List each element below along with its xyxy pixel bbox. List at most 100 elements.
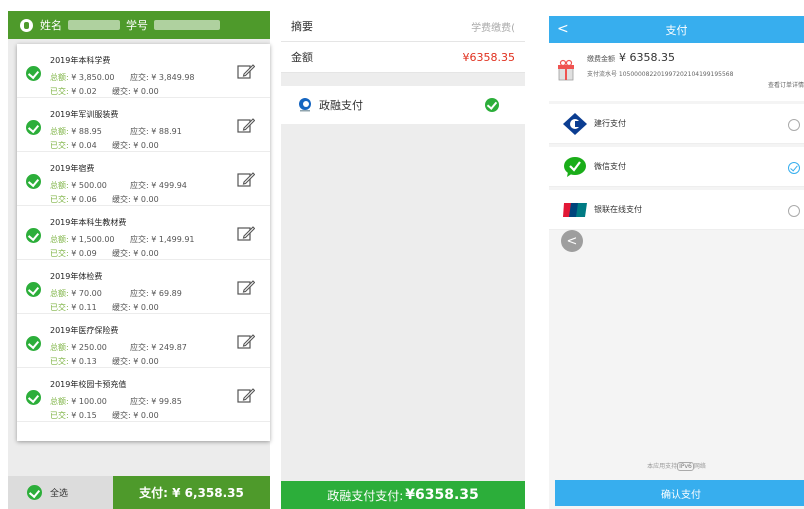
total-value: ¥ 3,850.00: [71, 73, 115, 82]
edit-icon[interactable]: [237, 334, 255, 349]
option-unionpay-radio[interactable]: [788, 205, 800, 217]
fee-total-due-row: 总额: ¥ 500.00 应交: ¥ 499.94: [50, 180, 187, 191]
fee-total-due-row: 总额: ¥ 1,500.00 应交: ¥ 1,499.91: [50, 234, 195, 245]
payment-method-label: 政融支付: [319, 99, 363, 112]
payment-amount: 缴费金额 ¥ 6358.35: [587, 51, 675, 64]
fee-check-icon[interactable]: [26, 66, 41, 81]
ipv6-text-pre: 本应用支持: [647, 463, 678, 470]
fee-total-due-row: 总额: ¥ 100.00 应交: ¥ 99.85: [50, 396, 182, 407]
fee-item[interactable]: 2019年军训服装费 总额: ¥ 88.95 应交: ¥ 88.91 已交: ¥ 0.…: [17, 98, 270, 152]
edit-icon[interactable]: [237, 118, 255, 133]
due-value: ¥ 249.87: [151, 343, 187, 352]
deferred-value: ¥ 0.00: [133, 87, 159, 96]
wechat-pay-icon: [564, 157, 586, 177]
ccb-icon: [563, 113, 587, 135]
name-label: 姓名: [40, 19, 62, 32]
student-id-redacted: [154, 20, 220, 30]
paid-label: 已交:: [50, 249, 69, 258]
paid-label: 已交:: [50, 87, 69, 96]
edit-icon[interactable]: [237, 280, 255, 295]
fee-check-icon[interactable]: [26, 336, 41, 351]
paid-label: 已交:: [50, 303, 69, 312]
pay-button[interactable]: 支付: ¥ 6,358.35: [113, 476, 270, 509]
fee-paid-deferred-row: 已交: ¥ 0.11 缓交: ¥ 0.00: [50, 302, 159, 313]
deferred-label: 缓交:: [112, 357, 131, 366]
payment-amount-value: ¥ 6358.35: [619, 51, 675, 64]
fee-paid-deferred-row: 已交: ¥ 0.09 缓交: ¥ 0.00: [50, 248, 159, 259]
select-all-label: 全选: [50, 489, 69, 499]
fee-item[interactable]: 2019年本科学费 总额: ¥ 3,850.00 应交: ¥ 3,849.98 已交:…: [17, 44, 270, 98]
amount-value: ¥6358.35: [462, 50, 516, 64]
due-label: 应交:: [130, 397, 149, 406]
amount-row: 金额 ¥6358.35: [281, 42, 525, 73]
due-value: ¥ 1,499.91: [151, 235, 195, 244]
payment-method-option[interactable]: 政融支付: [281, 86, 525, 124]
floating-back-button[interactable]: <: [561, 230, 583, 252]
option-ccb-radio[interactable]: [788, 119, 800, 131]
due-label: 应交:: [130, 181, 149, 190]
due-value: ¥ 88.91: [151, 127, 182, 136]
total-label: 总额:: [50, 343, 69, 352]
view-order-link[interactable]: 查看订单详情: [768, 80, 804, 89]
fee-item[interactable]: 2019年宿费 总额: ¥ 500.00 应交: ¥ 499.94 已交: ¥ 0.0…: [17, 152, 270, 206]
fee-paid-deferred-row: 已交: ¥ 0.15 缓交: ¥ 0.00: [50, 410, 159, 421]
paid-value: ¥ 0.04: [71, 141, 97, 150]
deferred-value: ¥ 0.00: [133, 141, 159, 150]
fee-item[interactable]: 2019年体检费 总额: ¥ 70.00 应交: ¥ 69.89 已交: ¥ 0.11…: [17, 260, 270, 314]
edit-icon[interactable]: [237, 226, 255, 241]
option-wechat-radio[interactable]: [788, 162, 800, 174]
fee-check-icon[interactable]: [26, 390, 41, 405]
order-info: 缴费金额 ¥ 6358.35 支付流水号 10500008220199720210…: [549, 43, 804, 101]
name-redacted: [68, 20, 120, 30]
pay-button[interactable]: 政融支付支付: ¥6358.35: [281, 481, 525, 509]
fee-paid-deferred-row: 已交: ¥ 0.06 缓交: ¥ 0.00: [50, 194, 159, 205]
fee-title: 2019年军训服装费: [50, 110, 119, 119]
fee-item[interactable]: 2019年校园卡预充值 总额: ¥ 100.00 应交: ¥ 99.85 已交: ¥ …: [17, 368, 270, 422]
due-value: ¥ 499.94: [151, 181, 187, 190]
total-value: ¥ 100.00: [71, 397, 107, 406]
back-icon[interactable]: <: [557, 22, 569, 36]
edit-icon[interactable]: [237, 172, 255, 187]
deferred-value: ¥ 0.00: [133, 195, 159, 204]
select-all-toggle[interactable]: 全选: [8, 476, 113, 509]
fee-item[interactable]: 2019年医疗保险费 总额: ¥ 250.00 应交: ¥ 249.87 已交: ¥ …: [17, 314, 270, 368]
edit-icon[interactable]: [237, 388, 255, 403]
paid-label: 已交:: [50, 411, 69, 420]
fee-check-icon[interactable]: [26, 120, 41, 135]
option-ccb[interactable]: 建行支付: [549, 104, 804, 144]
zhengrong-logo-icon: [299, 98, 311, 112]
serial-number: 支付流水号 1050000822019972021041991955​68: [587, 71, 734, 78]
fee-check-icon[interactable]: [26, 282, 41, 297]
summary-label: 摘要: [291, 20, 313, 33]
page-title: 支付: [665, 23, 688, 37]
paid-label: 已交:: [50, 357, 69, 366]
total-value: ¥ 70.00: [71, 289, 102, 298]
student-header: 姓名 学号: [8, 11, 270, 39]
due-label: 应交:: [130, 127, 149, 136]
fee-title: 2019年本科学费: [50, 56, 111, 65]
fee-title: 2019年宿费: [50, 164, 95, 173]
due-label: 应交:: [130, 235, 149, 244]
confirm-pay-button[interactable]: 确认支付: [555, 480, 804, 506]
ipv6-text-post: 网络: [693, 463, 706, 470]
option-wechat[interactable]: 微信支付: [549, 147, 804, 187]
fee-title: 2019年校园卡预充值: [50, 380, 127, 389]
fee-title: 2019年医疗保险费: [50, 326, 119, 335]
footer-bar: 全选 支付: ¥ 6,358.35: [8, 476, 270, 509]
total-value: ¥ 250.00: [71, 343, 107, 352]
deferred-label: 缓交:: [112, 195, 131, 204]
deferred-label: 缓交:: [112, 411, 131, 420]
deferred-label: 缓交:: [112, 141, 131, 150]
edit-icon[interactable]: [237, 64, 255, 79]
fee-check-icon[interactable]: [26, 228, 41, 243]
due-label: 应交:: [130, 289, 149, 298]
total-label: 总额:: [50, 289, 69, 298]
fee-check-icon[interactable]: [26, 174, 41, 189]
due-label: 应交:: [130, 73, 149, 82]
paid-value: ¥ 0.06: [71, 195, 97, 204]
total-value: ¥ 88.95: [71, 127, 102, 136]
fee-list-screen: 姓名 学号 2019年本科学费 总额: ¥ 3,850.00 应交: ¥ 3,849…: [8, 11, 270, 509]
option-unionpay[interactable]: 银联在线支付: [549, 190, 804, 230]
fee-item[interactable]: 2019年本科生教材费 总额: ¥ 1,500.00 应交: ¥ 1,499.91 已…: [17, 206, 270, 260]
due-label: 应交:: [130, 343, 149, 352]
